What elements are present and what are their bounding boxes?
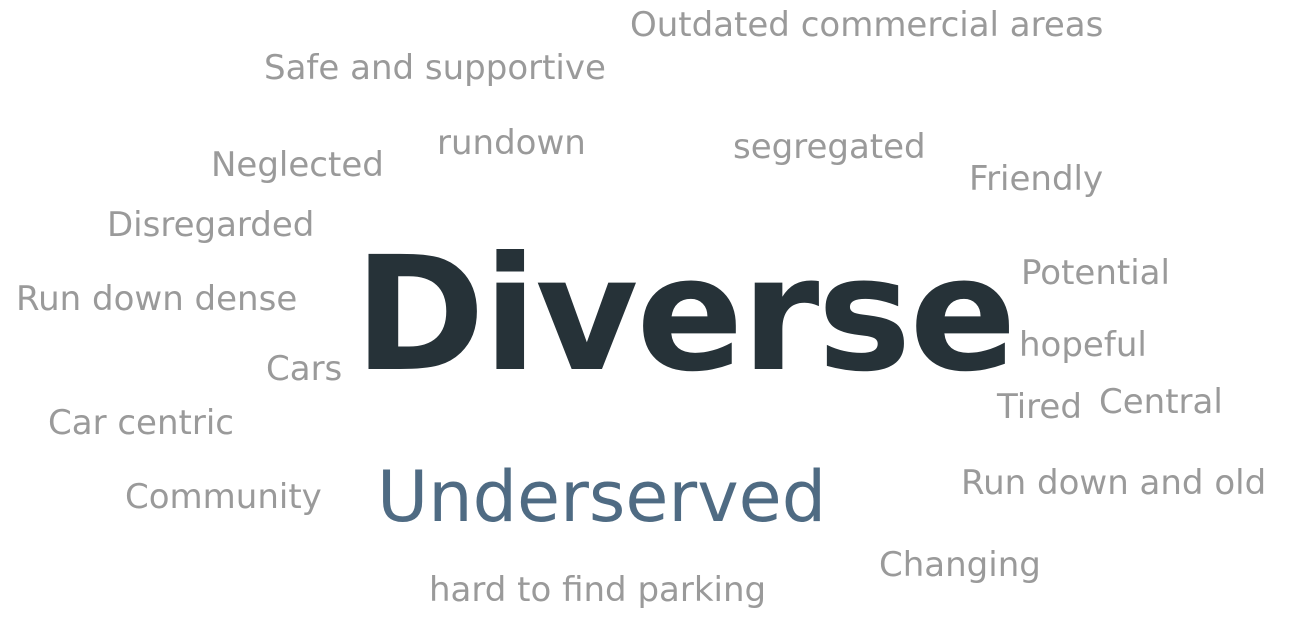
- word-rundown: rundown: [437, 123, 586, 163]
- word-disregarded: Disregarded: [107, 205, 315, 245]
- word-run-down-dense: Run down dense: [16, 279, 298, 319]
- word-safe-and-supportive: Safe and supportive: [264, 48, 606, 88]
- word-tired: Tired: [997, 387, 1082, 427]
- word-neglected: Neglected: [211, 145, 384, 185]
- word-diverse: Diverse: [354, 223, 1017, 407]
- word-changing: Changing: [879, 545, 1041, 585]
- word-cars: Cars: [266, 349, 343, 389]
- word-potential: Potential: [1021, 253, 1170, 293]
- word-hopeful: hopeful: [1019, 325, 1147, 365]
- word-friendly: Friendly: [969, 159, 1104, 199]
- word-segregated: segregated: [733, 127, 926, 167]
- word-run-down-and-old: Run down and old: [961, 463, 1267, 503]
- word-underserved: Underserved: [377, 456, 827, 538]
- word-hard-to-find-parking: hard to find parking: [429, 570, 767, 610]
- word-central: Central: [1099, 382, 1223, 422]
- word-car-centric: Car centric: [48, 403, 234, 443]
- word-community: Community: [125, 477, 322, 517]
- word-cloud: Diverse Underserved Outdated commercial …: [0, 0, 1296, 617]
- word-outdated-commercial-areas: Outdated commercial areas: [630, 5, 1104, 45]
